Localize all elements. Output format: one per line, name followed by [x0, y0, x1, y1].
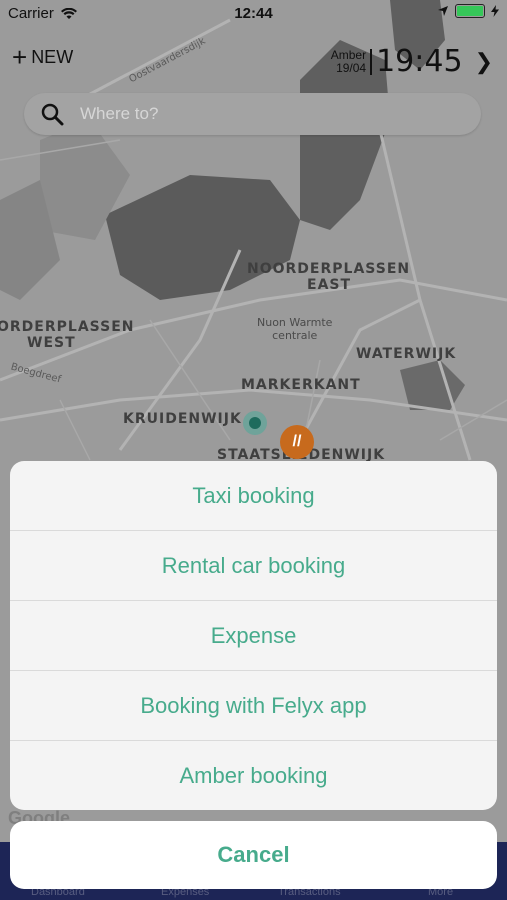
map-label-text: EAST: [307, 277, 352, 293]
action-sheet: Taxi booking Rental car booking Expense …: [10, 461, 497, 810]
status-right: [437, 4, 499, 18]
battery-icon: [455, 4, 485, 18]
expense-option[interactable]: Expense: [10, 601, 497, 671]
new-booking-button[interactable]: + NEW: [12, 42, 74, 72]
felyx-booking-option[interactable]: Booking with Felyx app: [10, 671, 497, 741]
map-label-text: ORDERPLASSEN: [0, 319, 135, 335]
map-label-kruidenwijk: KRUIDENWIJK: [123, 411, 242, 427]
charging-bolt-icon: [491, 5, 499, 17]
taxi-booking-option[interactable]: Taxi booking: [10, 461, 497, 531]
search-input[interactable]: [78, 103, 442, 125]
amber-booking-option[interactable]: Amber booking: [10, 741, 497, 810]
clock-widget[interactable]: Amber 19/04 19:45 ❯: [331, 44, 493, 79]
map-label-noorderplassen-west: ORDERPLASSEN WEST: [0, 319, 134, 351]
chevron-right-icon[interactable]: ❯: [475, 49, 493, 75]
clock-name: Amber: [330, 47, 367, 62]
clock-subtitle: Amber 19/04: [330, 47, 373, 75]
map-label-noorderplassen-east: NOORDERPLASSEN EAST: [247, 261, 410, 293]
rental-car-booking-option[interactable]: Rental car booking: [10, 531, 497, 601]
map-label-text: Nuon Warmte: [257, 316, 333, 329]
clock-date: 19/04: [336, 60, 367, 75]
map-label-markerkant: MARKERKANT: [241, 377, 361, 393]
felyx-scooter-marker[interactable]: //: [280, 425, 314, 459]
new-booking-label: NEW: [31, 46, 74, 67]
status-bar: Carrier 12:44: [0, 0, 507, 26]
map-label-nuon: Nuon Warmte centrale: [257, 316, 332, 342]
map-label-text: WEST: [27, 335, 76, 351]
location-arrow-icon: [438, 6, 448, 16]
map-label-text: NOORDERPLASSEN: [247, 261, 411, 277]
search-icon: [41, 103, 64, 126]
current-location-marker: [243, 411, 267, 435]
plus-icon: +: [12, 42, 28, 72]
status-time: 12:44: [234, 5, 273, 22]
map-label-text: centrale: [272, 329, 318, 342]
map-label-waterwijk: WATERWIJK: [356, 346, 457, 362]
clock-time: 19:45: [376, 44, 463, 79]
cancel-button[interactable]: Cancel: [10, 821, 497, 889]
search-bar[interactable]: [24, 93, 481, 135]
